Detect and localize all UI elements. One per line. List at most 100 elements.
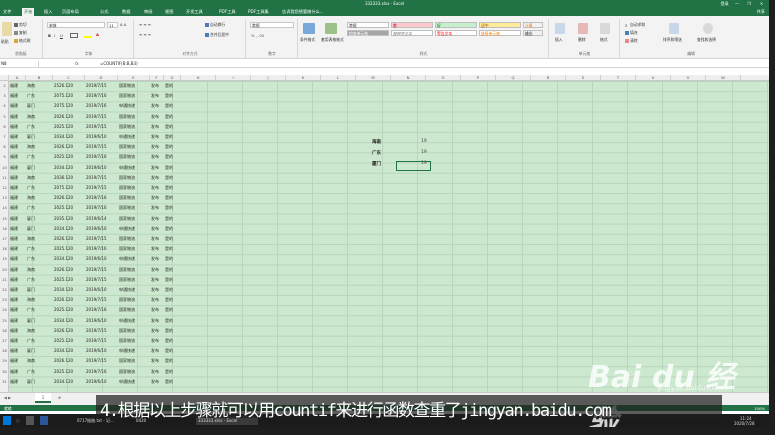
table-cell[interactable]: 是的 xyxy=(164,224,181,234)
number-format-select[interactable]: 常规 xyxy=(250,22,294,28)
table-cell[interactable]: 2019/7/16 xyxy=(85,193,118,203)
tab-developer[interactable]: 开发工具 xyxy=(186,9,203,15)
table-cell[interactable]: 福建 xyxy=(9,101,26,111)
result-value-guangdong[interactable]: 19 xyxy=(421,150,427,155)
table-cell[interactable]: 2019/7/15 xyxy=(85,183,118,193)
row-header[interactable]: 17 xyxy=(0,234,9,244)
row-header[interactable]: 28 xyxy=(0,346,9,356)
table-cell[interactable]: 发布 xyxy=(150,101,164,111)
style-check-cell[interactable]: 检查单元格 xyxy=(347,30,389,36)
table-cell[interactable]: 是的 xyxy=(164,173,181,183)
table-cell[interactable]: 是的 xyxy=(164,244,181,254)
table-cell[interactable]: 国家物流 xyxy=(118,203,150,213)
table-cell[interactable]: 福建 xyxy=(9,367,26,377)
table-cell[interactable]: 福建 xyxy=(9,234,26,244)
tab-home[interactable]: 开始 xyxy=(22,8,35,16)
table-cell[interactable]: 发布 xyxy=(150,183,164,193)
table-cell[interactable]: 是的 xyxy=(164,152,181,162)
table-cell[interactable]: 是的 xyxy=(164,336,181,346)
table-cell[interactable]: 2025.120 xyxy=(53,152,85,162)
table-cell[interactable]: 2019/7/16 xyxy=(85,101,118,111)
style-neutral[interactable]: 适中 xyxy=(479,22,521,28)
table-cell[interactable]: 2026.120 xyxy=(53,193,85,203)
table-cell[interactable]: 2034.120 xyxy=(53,285,85,295)
row-header[interactable]: 22 xyxy=(0,285,9,295)
row-header[interactable]: 30 xyxy=(0,367,9,377)
table-cell[interactable]: 国家物流 xyxy=(118,214,150,224)
table-cell[interactable]: 2019/7/15 xyxy=(85,112,118,122)
style-good[interactable]: 好 xyxy=(435,22,477,28)
table-cell[interactable]: 2019/6/10 xyxy=(85,132,118,142)
table-cell[interactable]: 福建 xyxy=(9,163,26,173)
table-cell[interactable]: 2026.120 xyxy=(53,234,85,244)
table-cell[interactable]: 发布 xyxy=(150,244,164,254)
table-cell[interactable]: 申通快递 xyxy=(118,285,150,295)
delete-cells-icon[interactable] xyxy=(578,23,588,34)
tab-review[interactable]: 审阅 xyxy=(144,9,152,15)
table-cell[interactable]: 2019/6/10 xyxy=(85,254,118,264)
style-linked-cell[interactable]: 链接单元格 xyxy=(479,30,521,36)
tab-view[interactable]: 视图 xyxy=(165,9,173,15)
find-select-icon[interactable] xyxy=(703,23,713,34)
worksheet-grid[interactable]: 2 3 4 5 6 7 8 9 10 11 12 13 14 15 16 17 18 19 20 21 22 23 24 25… xyxy=(0,81,769,392)
paste-icon[interactable] xyxy=(2,22,12,36)
style-normal[interactable]: 常规 xyxy=(347,22,389,28)
table-cell[interactable]: 发布 xyxy=(150,377,164,387)
row-header[interactable]: 7 xyxy=(0,132,9,142)
table-cell[interactable]: 2034.120 xyxy=(53,132,85,142)
sort-filter-icon[interactable] xyxy=(669,23,679,34)
row-header[interactable]: 4 xyxy=(0,101,9,111)
table-cell[interactable]: 福建 xyxy=(9,346,26,356)
row-header[interactable]: 10 xyxy=(0,163,9,173)
table-cell[interactable]: 广东 xyxy=(26,244,53,254)
table-cell[interactable]: 是的 xyxy=(164,142,181,152)
table-cell[interactable]: 2019/7/16 xyxy=(85,367,118,377)
maximize-button[interactable]: ❐ xyxy=(744,1,755,6)
table-cell[interactable]: 广东 xyxy=(26,203,53,213)
table-cell[interactable]: 2025.120 xyxy=(53,203,85,213)
table-cell[interactable]: 2026.120 xyxy=(53,112,85,122)
table-cell[interactable]: 广东 xyxy=(26,152,53,162)
percent-icon[interactable]: % , .00 xyxy=(251,33,264,38)
table-cell[interactable]: 海南 xyxy=(26,295,53,305)
user-login[interactable]: 登录 xyxy=(719,1,730,7)
table-cell[interactable]: 广东 xyxy=(26,254,53,264)
style-calculation[interactable]: 计算 xyxy=(523,22,543,28)
table-cell[interactable]: 厦门 xyxy=(26,214,53,224)
table-cell[interactable]: 福建 xyxy=(9,254,26,264)
table-cell[interactable]: 2526.120 xyxy=(53,81,85,91)
table-cell[interactable]: 海南 xyxy=(26,356,53,366)
table-cell[interactable]: 2019/6/14 xyxy=(85,214,118,224)
table-cell[interactable]: 国家物流 xyxy=(118,356,150,366)
table-cell[interactable]: 2075.120 xyxy=(53,101,85,111)
table-cell[interactable]: 福建 xyxy=(9,81,26,91)
table-cell[interactable]: 2019/7/15 xyxy=(85,265,118,275)
table-cell[interactable]: 2025.120 xyxy=(53,367,85,377)
table-cell[interactable]: 发布 xyxy=(150,193,164,203)
table-cell[interactable]: 发布 xyxy=(150,305,164,315)
fill-color-icon[interactable] xyxy=(84,33,92,38)
table-cell[interactable]: 2019/6/10 xyxy=(85,346,118,356)
table-cell[interactable]: 2035.120 xyxy=(53,214,85,224)
table-cell[interactable]: 2025.120 xyxy=(53,244,85,254)
table-cell[interactable]: 厦门 xyxy=(26,132,53,142)
tab-file[interactable]: 文件 xyxy=(3,9,11,15)
grow-font-icon[interactable]: A A xyxy=(120,22,126,27)
row-header[interactable]: 27 xyxy=(0,336,9,346)
table-cell[interactable]: 国家物流 xyxy=(118,275,150,285)
table-cell[interactable]: 2026.120 xyxy=(53,356,85,366)
align-left-icon[interactable]: ≡ ≡ ≡ xyxy=(139,32,151,37)
sort-filter-button[interactable]: 排序和筛选 xyxy=(663,37,682,43)
table-cell[interactable]: 是的 xyxy=(164,112,181,122)
table-cell[interactable]: 发布 xyxy=(150,203,164,213)
tab-pdf-toolset[interactable]: PDF工具集 xyxy=(248,9,269,15)
tab-pdf-tools[interactable]: PDF工具 xyxy=(219,9,236,15)
table-cell[interactable]: 是的 xyxy=(164,377,181,387)
table-cell[interactable]: 福建 xyxy=(9,214,26,224)
table-cell[interactable]: 国家物流 xyxy=(118,112,150,122)
table-cell[interactable]: 是的 xyxy=(164,254,181,264)
table-cell[interactable]: 国家物流 xyxy=(118,367,150,377)
table-cell[interactable]: 发布 xyxy=(150,265,164,275)
row-header[interactable]: 15 xyxy=(0,214,9,224)
table-cell[interactable]: 发布 xyxy=(150,234,164,244)
